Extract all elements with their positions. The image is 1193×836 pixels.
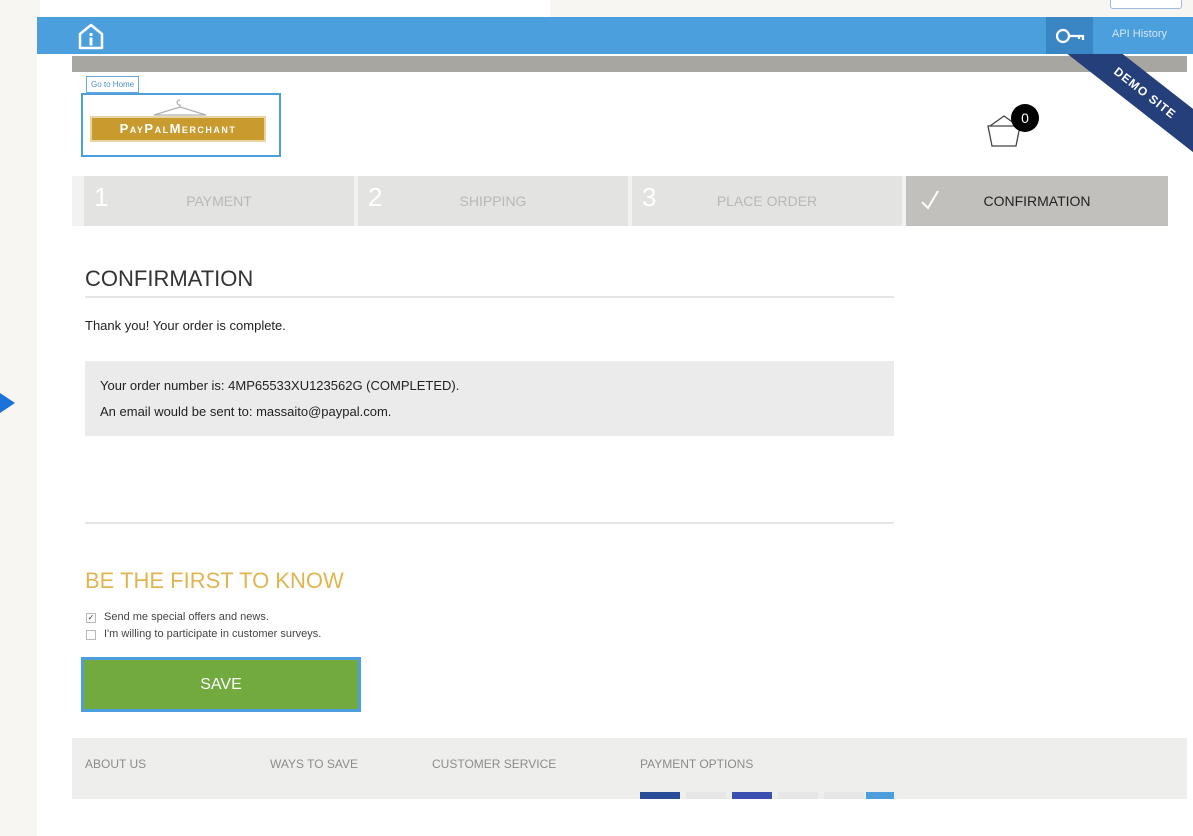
newsletter-title: BE THE FIRST TO KNOW [85, 568, 344, 593]
header-band [72, 56, 1187, 72]
hanger-icon [153, 99, 207, 116]
go-to-home-link[interactable]: Go to Home [86, 76, 140, 93]
step-label: CONFIRMATION [983, 193, 1091, 209]
card-icon [866, 792, 894, 799]
amex-card-icon [778, 792, 818, 799]
address-bar-strip [40, 0, 550, 17]
cart-count-badge: 0 [1011, 104, 1039, 132]
api-history-link[interactable]: API History [1112, 28, 1167, 40]
step-shipping: 2 SHIPPING [358, 176, 628, 226]
info-home-icon[interactable] [76, 22, 106, 50]
surveys-checkbox[interactable] [86, 630, 96, 640]
special-offers-label[interactable]: Send me special offers and news. [104, 611, 269, 623]
footer-heading-about-us[interactable]: ABOUT US [85, 757, 146, 771]
checkout-steps: 1 PAYMENT 2 SHIPPING 3 PLACE ORDER CONFI… [72, 176, 1172, 226]
footer [72, 738, 1187, 799]
thank-you-message: Thank you! Your order is complete. [85, 318, 286, 333]
step-payment: 1 PAYMENT [84, 176, 354, 226]
order-summary-box [85, 361, 894, 436]
page-bottom [37, 799, 1193, 836]
logo: PayPalMerchant [90, 116, 266, 142]
demo-site-ribbon: DEMO SITE [1060, 54, 1193, 169]
order-number-text: Your order number is: 4MP65533XU123562G … [100, 378, 460, 393]
divider [85, 296, 894, 298]
special-offers-checkbox[interactable]: ✓ [86, 613, 96, 623]
step-label: SHIPPING [459, 193, 527, 209]
step-label: PAYMENT [186, 193, 252, 209]
pointer-arrow-icon [0, 393, 15, 413]
save-button[interactable]: SAVE [81, 657, 361, 712]
step-place-order: 3 PLACE ORDER [632, 176, 902, 226]
page-title: CONFIRMATION [85, 266, 254, 291]
step-label: PLACE ORDER [716, 193, 818, 209]
discover-card-icon [824, 792, 864, 799]
mastercard-icon [732, 792, 772, 799]
surveys-label[interactable]: I'm willing to participate in customer s… [104, 628, 321, 640]
footer-heading-ways-to-save[interactable]: WAYS TO SAVE [270, 757, 358, 771]
step-separator [72, 176, 84, 226]
divider [85, 522, 894, 524]
app-bar [37, 17, 1193, 54]
visa-card-icon [686, 792, 726, 799]
demo-site-label: DEMO SITE [1060, 54, 1193, 165]
footer-heading-customer-service[interactable]: CUSTOMER SERVICE [432, 757, 556, 771]
top-right-button[interactable] [1110, 0, 1182, 9]
key-icon [1055, 28, 1085, 44]
footer-heading-payment-options: PAYMENT OPTIONS [640, 757, 754, 771]
email-notice-text: An email would be sent to: massaito@payp… [100, 404, 392, 419]
paypal-card-icon [640, 792, 680, 799]
step-confirmation: CONFIRMATION [906, 176, 1168, 226]
